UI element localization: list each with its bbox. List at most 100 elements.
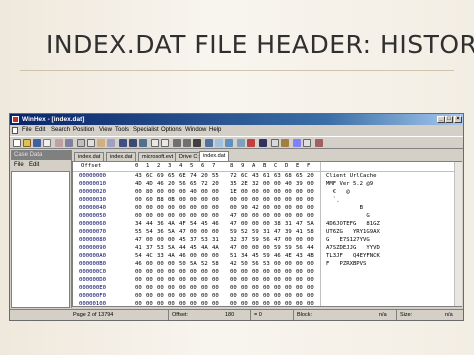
hex-byte[interactable]: 37 xyxy=(146,244,153,252)
copy-icon[interactable] xyxy=(87,139,95,147)
hex-byte[interactable]: 47 xyxy=(135,236,142,244)
hex-byte[interactable]: 61 xyxy=(263,172,270,180)
hex-byte[interactable]: 00 xyxy=(201,228,208,236)
hex-byte[interactable]: 00 xyxy=(157,204,164,212)
hex-byte[interactable]: 00 xyxy=(179,212,186,220)
hex-byte[interactable]: 00 xyxy=(241,212,248,220)
tab-index-dat-1[interactable]: index.dat xyxy=(74,152,105,161)
hex-byte[interactable]: 63 xyxy=(274,172,281,180)
hex-byte[interactable]: 58 xyxy=(307,228,314,236)
ascii-text[interactable]: B xyxy=(326,204,363,212)
hex-byte[interactable]: 00 xyxy=(168,284,175,292)
hex-byte[interactable]: 4E xyxy=(285,252,292,260)
hex-byte[interactable]: 59 xyxy=(263,252,270,260)
hex-byte[interactable]: 45 xyxy=(190,244,197,252)
menu-file[interactable]: File xyxy=(22,126,32,135)
print-icon[interactable] xyxy=(43,139,51,147)
hex-byte[interactable]: 47 xyxy=(274,228,281,236)
hex-byte[interactable]: 00 xyxy=(296,276,303,284)
hex-byte[interactable]: 45 xyxy=(179,236,186,244)
hex-byte[interactable]: 4B xyxy=(307,252,314,260)
hex-byte[interactable]: 00 xyxy=(230,276,237,284)
disk-icon[interactable] xyxy=(205,139,213,147)
hex-byte[interactable]: 39 xyxy=(285,228,292,236)
hex-byte[interactable]: 00 xyxy=(168,212,175,220)
hex-byte[interactable]: 00 xyxy=(190,204,197,212)
hex-byte[interactable]: 54 xyxy=(146,228,153,236)
hex-byte[interactable]: 00 xyxy=(179,204,186,212)
hex-byte[interactable]: 36 xyxy=(157,220,164,228)
analyze-icon[interactable] xyxy=(271,139,279,147)
hex-byte[interactable]: 6E xyxy=(179,172,186,180)
hex-byte[interactable]: 5A xyxy=(190,260,197,268)
hex-byte[interactable]: 55 xyxy=(212,172,219,180)
menu-position[interactable]: Position xyxy=(73,126,94,135)
hex-byte[interactable]: 4F xyxy=(179,220,186,228)
hex-byte[interactable]: 50 xyxy=(241,260,248,268)
hex-byte[interactable]: 00 xyxy=(263,220,270,228)
hex-byte[interactable]: 00 xyxy=(296,212,303,220)
open-folder-icon[interactable] xyxy=(23,139,31,147)
hex-byte[interactable]: 53 xyxy=(263,260,270,268)
hex-byte[interactable]: 00 xyxy=(296,300,303,308)
hex-byte[interactable]: 00 xyxy=(274,276,281,284)
ascii-text[interactable]: `¸ xyxy=(326,196,340,204)
hex-byte[interactable]: 80 xyxy=(146,188,153,196)
hex-byte[interactable]: 00 xyxy=(274,212,281,220)
hex-byte[interactable]: 46 xyxy=(274,252,281,260)
hex-byte[interactable]: 39 xyxy=(296,180,303,188)
hex-byte[interactable]: 00 xyxy=(135,212,142,220)
hex-byte[interactable]: 00 xyxy=(241,284,248,292)
menu-options[interactable]: Options xyxy=(161,126,182,135)
hex-byte[interactable]: 00 xyxy=(190,284,197,292)
hex-byte[interactable]: 4D xyxy=(146,180,153,188)
hex-byte[interactable]: 65 xyxy=(190,180,197,188)
hex-byte[interactable]: 33 xyxy=(157,252,164,260)
hex-byte[interactable]: 00 xyxy=(230,284,237,292)
menu-window[interactable]: Window xyxy=(185,126,206,135)
hex-byte[interactable]: 00 xyxy=(252,188,259,196)
hex-byte[interactable]: 00 xyxy=(157,284,164,292)
hex-row[interactable]: 000000F0 00 00 00 00 00 00 00 00 00 00 00 00 00 00 00 00 xyxy=(73,292,461,300)
hex-byte[interactable]: 00 xyxy=(212,292,219,300)
hex-byte[interactable]: 42 xyxy=(230,260,237,268)
back-arrow-icon[interactable] xyxy=(173,139,181,147)
hex-byte[interactable]: 47 xyxy=(230,220,237,228)
ascii-text[interactable]: G xyxy=(326,212,369,220)
hex-byte[interactable]: 53 xyxy=(157,244,164,252)
hex-byte[interactable]: 46 xyxy=(179,252,186,260)
hex-byte[interactable]: 4D xyxy=(135,180,142,188)
hex-byte[interactable]: 00 xyxy=(285,292,292,300)
hex-byte[interactable]: 34 xyxy=(241,252,248,260)
hex-byte[interactable]: 00 xyxy=(157,300,164,308)
hex-byte[interactable]: 00 xyxy=(263,284,270,292)
vertical-scrollbar[interactable] xyxy=(454,162,462,306)
menu-search[interactable]: Search xyxy=(51,126,70,135)
hex-row[interactable]: 000000E0 00 00 00 00 00 00 00 00 00 00 00 00 00 00 00 00 xyxy=(73,284,461,292)
hex-byte[interactable]: 00 xyxy=(263,180,270,188)
hex-byte[interactable]: 20 xyxy=(201,172,208,180)
hex-byte[interactable]: 00 xyxy=(201,276,208,284)
hex-byte[interactable]: 00 xyxy=(201,268,208,276)
hex-byte[interactable]: 00 xyxy=(212,252,219,260)
hex-byte[interactable]: 00 xyxy=(274,292,281,300)
hex-byte[interactable]: 00 xyxy=(296,284,303,292)
ascii-text[interactable]: A7SZDEJJG YYVD xyxy=(326,244,380,252)
hex-byte[interactable]: 00 xyxy=(179,300,186,308)
hex-byte[interactable]: 00 xyxy=(274,284,281,292)
hex-byte[interactable]: 00 xyxy=(263,212,270,220)
hex-byte[interactable]: 00 xyxy=(135,300,142,308)
hex-byte[interactable]: 00 xyxy=(146,204,153,212)
hex-byte[interactable]: 37 xyxy=(190,236,197,244)
hex-byte[interactable]: 47 xyxy=(296,220,303,228)
hex-byte[interactable]: 00 xyxy=(157,260,164,268)
ascii-text[interactable]: UT6ZG YRY1G9AX xyxy=(326,228,380,236)
hex-byte[interactable]: 00 xyxy=(263,276,270,284)
replace-icon[interactable] xyxy=(139,139,147,147)
hex-byte[interactable]: 00 xyxy=(135,188,142,196)
hash-icon[interactable] xyxy=(247,139,255,147)
hex-byte[interactable]: 41 xyxy=(296,228,303,236)
hex-byte[interactable]: 00 xyxy=(212,300,219,308)
hex-byte[interactable]: 00 xyxy=(252,276,259,284)
hex-byte[interactable]: 4C xyxy=(146,252,153,260)
